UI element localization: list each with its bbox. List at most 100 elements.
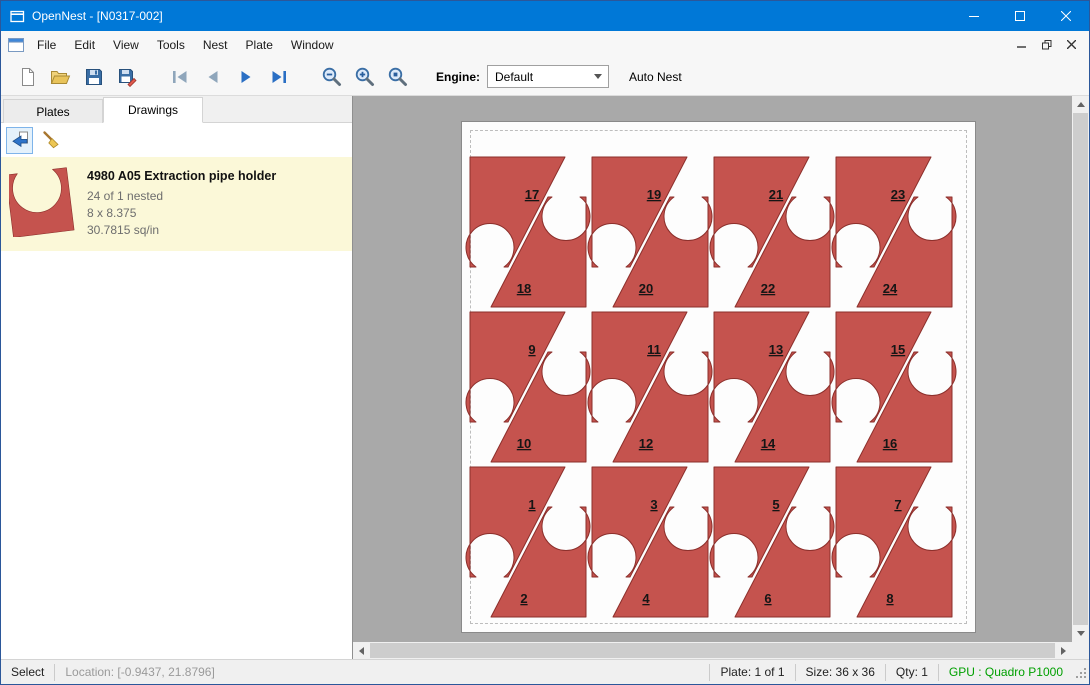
new-button[interactable] <box>11 61 44 93</box>
maximize-button[interactable] <box>997 1 1043 31</box>
menu-bar: FileEditViewToolsNestPlateWindow <box>1 31 1089 58</box>
part-number: 6 <box>764 591 771 606</box>
save-edit-icon <box>117 67 137 87</box>
app-icon <box>10 9 25 23</box>
part-number: 2 <box>520 591 527 606</box>
mdi-controls <box>1009 31 1089 58</box>
vertical-scrollbar[interactable] <box>1072 96 1089 642</box>
import-drawing-icon <box>10 130 30 150</box>
open-button[interactable] <box>44 61 77 93</box>
scroll-down-icon[interactable] <box>1077 631 1085 636</box>
prev-plate-button[interactable] <box>196 61 229 93</box>
scroll-right-icon[interactable] <box>1061 647 1066 655</box>
nest-cell: 1920 <box>588 157 712 307</box>
part-number: 15 <box>891 342 905 357</box>
mdi-restore-button[interactable] <box>1034 34 1059 55</box>
zoom-out-icon <box>321 66 342 87</box>
resize-grip-icon <box>1075 667 1088 680</box>
part-number: 3 <box>650 497 657 512</box>
last-plate-button[interactable] <box>262 61 295 93</box>
part-number: 17 <box>525 187 539 202</box>
part-number: 16 <box>883 436 897 451</box>
nest-cell: 13 14 <box>710 312 834 462</box>
drawing-nested-count: 24 of 1 nested <box>87 188 276 205</box>
last-plate-icon <box>269 67 289 87</box>
resize-grip[interactable] <box>1075 667 1088 683</box>
tab-plates[interactable]: Plates <box>3 99 103 123</box>
close-button[interactable] <box>1043 1 1089 31</box>
save-icon <box>84 67 104 87</box>
engine-select[interactable]: Default <box>487 65 609 88</box>
scroll-up-icon[interactable] <box>1077 102 1085 107</box>
status-size: Size: 36 x 36 <box>796 665 885 679</box>
clean-button[interactable] <box>38 127 65 154</box>
minimize-icon <box>969 11 979 21</box>
menu-item-edit[interactable]: Edit <box>65 31 104 58</box>
title-bar: OpenNest - [N0317-002] <box>1 1 1089 31</box>
plate-svg: 171819202122232491011121314151612345678 <box>462 122 975 632</box>
zoom-fit-button[interactable] <box>381 61 414 93</box>
zoom-fit-icon <box>387 66 408 87</box>
save-button[interactable] <box>77 61 110 93</box>
mdi-minimize-button[interactable] <box>1009 34 1034 55</box>
import-drawing-button[interactable] <box>6 127 33 154</box>
minimize-button[interactable] <box>951 1 997 31</box>
app-window: OpenNest - [N0317-002] FileEditViewTools… <box>0 0 1090 685</box>
nest-cell: 2122 <box>710 157 834 307</box>
menu-item-window[interactable]: Window <box>282 31 343 58</box>
part-number: 12 <box>639 436 653 451</box>
mdi-close-button[interactable] <box>1059 34 1084 55</box>
chevron-down-icon <box>594 74 602 79</box>
nest-cell: 1516 <box>832 312 956 462</box>
horizontal-scroll-thumb[interactable] <box>370 643 1055 658</box>
nest-cell: 78 <box>832 467 956 617</box>
menu-item-view[interactable]: View <box>104 31 148 58</box>
part-number: 5 <box>772 497 779 512</box>
scrollbar-corner <box>1072 642 1089 659</box>
status-qty: Qty: 1 <box>886 665 938 679</box>
close-icon <box>1061 11 1071 21</box>
zoom-in-icon <box>354 66 375 87</box>
menu-item-file[interactable]: File <box>28 31 65 58</box>
drawing-list: 4980 A05 Extraction pipe holder 24 of 1 … <box>1 157 352 659</box>
drawing-list-item[interactable]: 4980 A05 Extraction pipe holder 24 of 1 … <box>1 157 352 251</box>
part-number: 9 <box>528 342 535 357</box>
part-number: 19 <box>647 187 661 202</box>
first-plate-button[interactable] <box>163 61 196 93</box>
part-number: 14 <box>761 436 776 451</box>
nest-cell: 9 10 <box>466 312 590 462</box>
menu-item-nest[interactable]: Nest <box>194 31 237 58</box>
nest-cell: 11 12 <box>588 312 712 462</box>
menu-item-tools[interactable]: Tools <box>148 31 194 58</box>
next-plate-button[interactable] <box>229 61 262 93</box>
drawing-size: 8 x 8.375 <box>87 205 276 222</box>
status-bar: Select Location: [-0.9437, 21.8796] Plat… <box>1 659 1089 684</box>
zoom-in-button[interactable] <box>348 61 381 93</box>
part-number: 22 <box>761 281 775 296</box>
zoom-out-button[interactable] <box>315 61 348 93</box>
part-number: 23 <box>891 187 905 202</box>
part-number: 11 <box>647 342 661 357</box>
vertical-scroll-thumb[interactable] <box>1073 113 1088 625</box>
scroll-left-icon[interactable] <box>359 647 364 655</box>
nest-cell: 12 <box>466 467 590 617</box>
next-plate-icon <box>236 67 256 87</box>
mdi-close-icon <box>1067 40 1076 49</box>
status-gpu: GPU : Quadro P1000 <box>939 665 1073 679</box>
drawing-info: 4980 A05 Extraction pipe holder 24 of 1 … <box>77 165 276 243</box>
status-mode: Select <box>1 665 54 679</box>
menu-item-plate[interactable]: Plate <box>237 31 282 58</box>
save-edit-button[interactable] <box>110 61 143 93</box>
horizontal-scrollbar[interactable] <box>353 642 1072 659</box>
auto-nest-button[interactable]: Auto Nest <box>629 70 682 84</box>
status-location: Location: [-0.9437, 21.8796] <box>55 665 224 679</box>
part-number: 13 <box>769 342 783 357</box>
drawing-title: 4980 A05 Extraction pipe holder <box>87 169 276 183</box>
nest-canvas[interactable]: 171819202122232491011121314151612345678 <box>353 96 1089 659</box>
part-number: 24 <box>883 281 898 296</box>
status-plate: Plate: 1 of 1 <box>710 665 794 679</box>
part-number: 10 <box>517 436 531 451</box>
drawing-thumbnail <box>9 165 75 243</box>
part-number: 4 <box>642 591 650 606</box>
tab-drawings[interactable]: Drawings <box>103 97 203 123</box>
